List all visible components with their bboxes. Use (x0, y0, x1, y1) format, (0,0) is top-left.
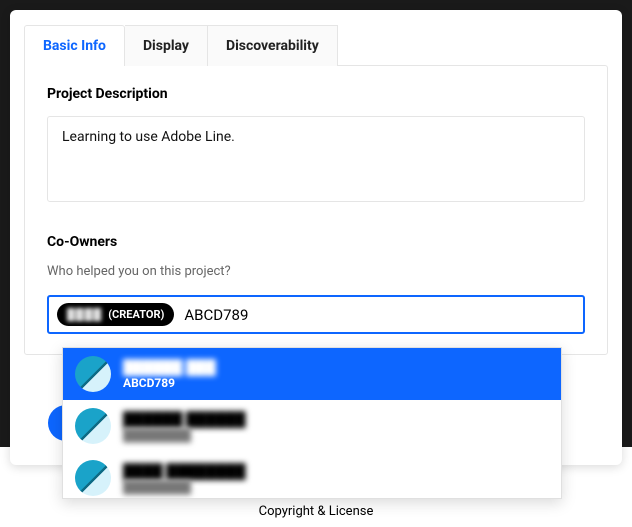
creator-chip-suffix: (CREATOR) (108, 308, 164, 321)
avatar-icon (75, 460, 111, 496)
description-textarea[interactable] (47, 116, 585, 202)
suggestion-name: ██████ ███ (123, 359, 216, 376)
suggestion-name: ████ ████████ (123, 463, 246, 480)
tab-display[interactable]: Display (125, 25, 208, 66)
autocomplete-scroll[interactable]: ██████ ███ ABCD789 ██████ ██████ ███████… (63, 348, 561, 498)
suggestion-name: ██████ ██████ (123, 411, 246, 428)
avatar-icon (75, 356, 111, 392)
suggestion-sub: ████████ (123, 480, 246, 494)
description-label: Project Description (47, 86, 585, 102)
suggestion-sub: ████████ (123, 428, 246, 442)
creator-chip[interactable]: ████ (CREATOR) (57, 303, 174, 326)
coowners-label: Co-Owners (47, 234, 585, 250)
coowners-helper: Who helped you on this project? (47, 264, 585, 279)
coowners-field[interactable]: ████ (CREATOR) (47, 295, 585, 334)
footer-text: Copyright & License (0, 504, 632, 519)
creator-chip-name: ████ (67, 308, 102, 321)
tab-basic-info[interactable]: Basic Info (24, 25, 125, 66)
suggestion-item[interactable]: ██████ ██████ ████████ (63, 400, 561, 452)
tabs: Basic Info Display Discoverability (24, 24, 608, 65)
suggestion-sub: ABCD789 (123, 376, 216, 390)
autocomplete-dropdown: ██████ ███ ABCD789 ██████ ██████ ███████… (62, 347, 562, 499)
coowners-input[interactable] (182, 304, 575, 326)
suggestion-item[interactable]: ██████ ███ ABCD789 (63, 348, 561, 400)
avatar-icon (75, 408, 111, 444)
basic-info-panel: Project Description Co-Owners Who helped… (24, 65, 608, 355)
tab-discoverability[interactable]: Discoverability (208, 25, 338, 66)
suggestion-item[interactable]: ████ ████████ ████████ (63, 452, 561, 498)
